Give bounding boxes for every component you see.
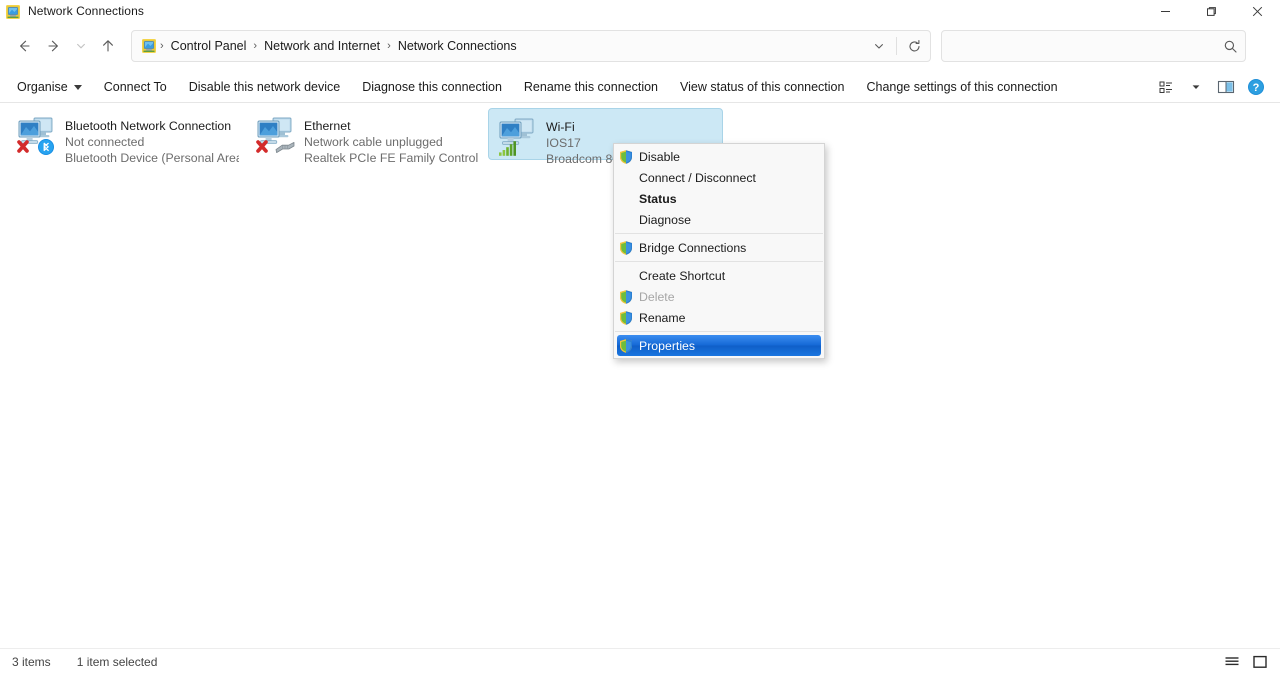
- breadcrumb-separator: ›: [387, 40, 391, 52]
- context-menu-item-label: Status: [639, 191, 677, 206]
- maximize-icon[interactable]: [1188, 0, 1234, 23]
- context-menu-item-properties[interactable]: Properties: [617, 335, 821, 356]
- view-options-caret-icon[interactable]: [1182, 75, 1210, 99]
- chevron-down-icon: [73, 84, 82, 90]
- connection-device: Realtek PCIe FE Family Controller: [304, 151, 478, 165]
- address-divider: [896, 37, 897, 55]
- connection-name: Wi-Fi: [546, 120, 575, 134]
- context-menu-item-disable[interactable]: Disable: [614, 146, 824, 167]
- selection-count: 1 item selected: [76, 654, 158, 669]
- context-menu-item-bridge-connections[interactable]: Bridge Connections: [614, 237, 824, 258]
- search-input[interactable]: [952, 32, 1215, 60]
- menu-icon-placeholder: [618, 170, 634, 186]
- connection-name: Bluetooth Network Connection: [65, 119, 232, 133]
- menu-icon-placeholder: [618, 191, 634, 207]
- connection-status: Network cable unplugged: [304, 135, 443, 149]
- up-arrow-icon[interactable]: [93, 31, 123, 61]
- command-diagnose-this-connection[interactable]: Diagnose this connection: [353, 76, 511, 98]
- view-toggle-group: [1222, 653, 1270, 671]
- connection-status: Not connected: [65, 135, 145, 149]
- status-bar: 3 items 1 item selected: [0, 648, 1280, 674]
- uac-shield-icon: [618, 240, 634, 256]
- context-menu-item-create-shortcut[interactable]: Create Shortcut: [614, 265, 824, 286]
- command-disable-this-network-device[interactable]: Disable this network device: [180, 76, 349, 98]
- context-menu-item-label: Connect / Disconnect: [639, 170, 756, 185]
- connection-device: Bluetooth Device (Personal Area ...: [65, 151, 239, 165]
- command-bar: Organise Connect To Disable this network…: [0, 72, 1280, 103]
- details-view-icon[interactable]: [1222, 653, 1242, 671]
- address-bar[interactable]: › Control Panel › Network and Internet ›…: [131, 30, 931, 62]
- context-menu-item-label: Delete: [639, 289, 675, 304]
- context-menu-item-label: Diagnose: [639, 212, 691, 227]
- command-view-status-of-this-connection[interactable]: View status of this connection: [671, 76, 853, 98]
- context-menu-item-label: Disable: [639, 149, 681, 164]
- wifi-adapter-icon: [495, 114, 539, 158]
- preview-pane-icon[interactable]: [1212, 75, 1240, 99]
- list-item-text: Bluetooth Network Connection Not connect…: [65, 112, 239, 166]
- command-organise-label: Organise: [17, 80, 68, 94]
- context-menu-separator: [615, 331, 823, 332]
- window-controls: [1142, 0, 1280, 23]
- forward-arrow-icon[interactable]: [39, 31, 69, 61]
- uac-shield-icon: [618, 289, 634, 305]
- list-item-bluetooth-network-connection[interactable]: Bluetooth Network Connection Not connect…: [8, 108, 243, 165]
- search-icon[interactable]: [1215, 31, 1245, 61]
- svg-text:?: ?: [1253, 82, 1260, 94]
- address-chevron-down-icon[interactable]: [864, 31, 894, 61]
- search-box[interactable]: [941, 30, 1246, 62]
- context-menu-separator: [615, 261, 823, 262]
- title-bar: Network Connections: [0, 0, 1280, 23]
- context-menu-item-rename[interactable]: Rename: [614, 307, 824, 328]
- context-menu-item-label: Rename: [639, 310, 686, 325]
- refresh-icon[interactable]: [899, 31, 929, 61]
- bluetooth-network-adapter-icon: [14, 113, 58, 157]
- close-icon[interactable]: [1234, 0, 1280, 23]
- menu-icon-placeholder: [618, 212, 634, 228]
- context-menu: Disable Connect / Disconnect Status Diag…: [613, 143, 825, 359]
- context-menu-item-label: Create Shortcut: [639, 268, 726, 283]
- uac-shield-icon: [618, 310, 634, 326]
- window-title: Network Connections: [28, 4, 144, 18]
- command-rename-this-connection[interactable]: Rename this connection: [515, 76, 667, 98]
- network-connections-icon: [5, 4, 21, 20]
- breadcrumb-item-control-panel[interactable]: Control Panel: [165, 36, 253, 56]
- item-count: 3 items: [12, 654, 51, 669]
- ethernet-adapter-icon: [253, 113, 297, 157]
- navigation-bar: › Control Panel › Network and Internet ›…: [0, 23, 1280, 69]
- command-bar-right-icons: ?: [1152, 75, 1270, 99]
- command-connect-to[interactable]: Connect To: [95, 76, 176, 98]
- list-item-text: Ethernet Network cable unplugged Realtek…: [304, 112, 478, 166]
- uac-shield-icon: [618, 338, 634, 354]
- menu-icon-placeholder: [618, 268, 634, 284]
- context-menu-separator: [615, 233, 823, 234]
- context-menu-item-diagnose[interactable]: Diagnose: [614, 209, 824, 230]
- breadcrumb: › Control Panel › Network and Internet ›…: [159, 36, 523, 56]
- uac-shield-icon: [618, 149, 634, 165]
- back-arrow-icon[interactable]: [9, 31, 39, 61]
- help-icon[interactable]: ?: [1242, 75, 1270, 99]
- context-menu-item-delete: Delete: [614, 286, 824, 307]
- breadcrumb-separator: ›: [160, 40, 164, 52]
- address-bar-actions: [864, 31, 930, 61]
- minimize-icon[interactable]: [1142, 0, 1188, 23]
- large-icons-view-icon[interactable]: [1250, 653, 1270, 671]
- command-change-settings-of-this-connection[interactable]: Change settings of this connection: [857, 76, 1066, 98]
- view-options-icon[interactable]: [1152, 75, 1180, 99]
- recent-locations-chevron-down-icon[interactable]: [69, 31, 93, 61]
- address-network-connections-icon: [141, 38, 157, 54]
- network-connections-window: Network Connections › Control Panel › Ne…: [0, 0, 1280, 674]
- context-menu-item-label: Bridge Connections: [639, 240, 747, 255]
- list-item-ethernet[interactable]: Ethernet Network cable unplugged Realtek…: [247, 108, 482, 165]
- breadcrumb-item-network-and-internet[interactable]: Network and Internet: [258, 36, 386, 56]
- breadcrumb-item-network-connections[interactable]: Network Connections: [392, 36, 523, 56]
- command-organise[interactable]: Organise: [8, 76, 91, 98]
- connection-name: Ethernet: [304, 119, 351, 133]
- context-menu-item-connect-disconnect[interactable]: Connect / Disconnect: [614, 167, 824, 188]
- context-menu-item-label: Properties: [639, 338, 696, 353]
- context-menu-item-status[interactable]: Status: [614, 188, 824, 209]
